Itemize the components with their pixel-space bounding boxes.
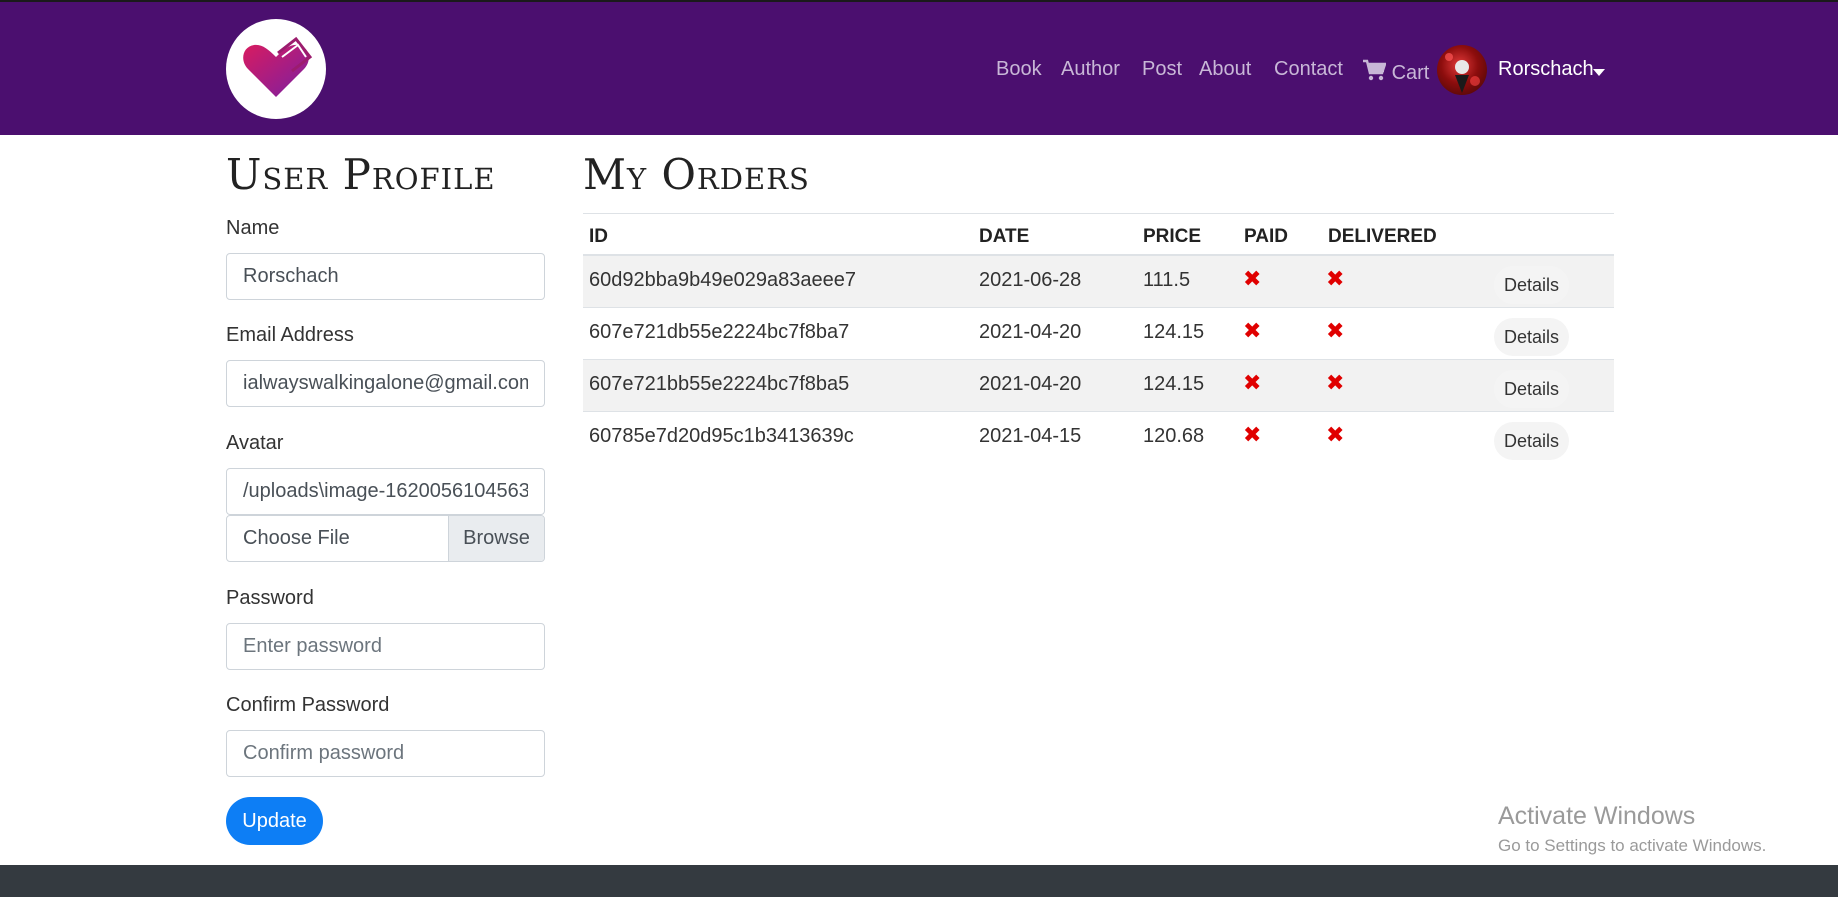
table-row: 60d92bba9b49e029a83aeee7 2021-06-28 111.… [583,256,1614,308]
email-label: Email Address [226,324,354,346]
confirm-password-label: Confirm Password [226,694,390,716]
heart-book-icon [243,36,313,97]
paid-x-icon: ✖ [1243,370,1262,395]
paid-x-icon: ✖ [1243,318,1262,343]
table-row: 60785e7d20d95c1b3413639c 2021-04-15 120.… [583,412,1614,464]
confirm-password-field[interactable] [226,730,545,777]
avatar-label: Avatar [226,432,284,454]
email-field[interactable] [226,360,545,407]
update-button[interactable]: Update [226,797,323,845]
page-title-orders: My Orders [583,150,810,199]
orders-table: ID DATE PRICE PAID DELIVERED 60d92bba9b4… [583,213,1614,464]
order-date: 2021-04-15 [979,425,1082,447]
order-id: 607e721bb55e2224bc7f8ba5 [589,373,850,395]
password-field[interactable] [226,623,545,670]
avatar-path-field[interactable] [226,468,545,515]
nav-link-about[interactable]: About [1199,58,1251,81]
column-header-date: DATE [979,226,1030,247]
details-button[interactable]: Details [1494,266,1569,304]
order-id: 60d92bba9b49e029a83aeee7 [589,269,856,291]
order-id: 60785e7d20d95c1b3413639c [589,425,854,447]
order-price: 111.5 [1143,269,1191,291]
cart-label: Cart [1391,62,1430,84]
delivered-x-icon: ✖ [1326,370,1345,395]
details-button[interactable]: Details [1494,370,1569,408]
table-header: ID DATE PRICE PAID DELIVERED [583,213,1614,256]
nav-link-book[interactable]: Book [996,58,1042,81]
footer [0,865,1838,897]
name-field[interactable] [226,253,545,300]
user-avatar[interactable] [1437,45,1487,95]
order-date: 2021-04-20 [979,373,1082,395]
delivered-x-icon: ✖ [1326,318,1345,343]
table-row: 607e721bb55e2224bc7f8ba5 2021-04-20 124.… [583,360,1614,412]
browse-button[interactable]: Browse [448,516,544,561]
nav-link-post[interactable]: Post [1142,58,1182,81]
details-button[interactable]: Details [1494,422,1569,460]
page-title-profile: User Profile [226,150,496,199]
nav-link-contact[interactable]: Contact [1274,58,1343,81]
activate-windows-title: Activate Windows [1498,802,1696,830]
nav-link-author[interactable]: Author [1061,58,1120,81]
user-menu-toggle[interactable]: Rorschach [1498,58,1594,81]
column-header-delivered: DELIVERED [1328,226,1437,247]
activate-windows-subtitle: Go to Settings to activate Windows. [1498,836,1767,855]
order-date: 2021-04-20 [979,321,1082,343]
order-price: 124.15 [1143,373,1205,395]
delivered-x-icon: ✖ [1326,266,1345,291]
column-header-id: ID [589,226,608,247]
delivered-x-icon: ✖ [1326,422,1345,447]
name-label: Name [226,217,280,239]
order-date: 2021-06-28 [979,269,1082,291]
table-row: 607e721db55e2224bc7f8ba7 2021-04-20 124.… [583,308,1614,360]
column-header-price: PRICE [1143,226,1202,247]
navbar: Book Author Post About Contact Cart Rors… [0,0,1838,135]
column-header-paid: PAID [1244,226,1288,247]
order-id: 607e721db55e2224bc7f8ba7 [589,321,850,343]
paid-x-icon: ✖ [1243,266,1262,291]
nav-link-cart[interactable]: Cart [1362,59,1429,85]
avatar-image [1445,53,1480,93]
order-price: 124.15 [1143,321,1205,343]
chevron-down-icon[interactable] [1593,69,1605,76]
file-chooser-label: Choose File [243,527,350,549]
order-price: 120.68 [1143,425,1205,447]
details-button[interactable]: Details [1494,318,1569,356]
paid-x-icon: ✖ [1243,422,1262,447]
cart-icon [1363,59,1387,81]
brand-logo[interactable] [226,19,326,119]
password-label: Password [226,587,314,609]
file-chooser[interactable]: Choose File Browse [226,515,545,562]
